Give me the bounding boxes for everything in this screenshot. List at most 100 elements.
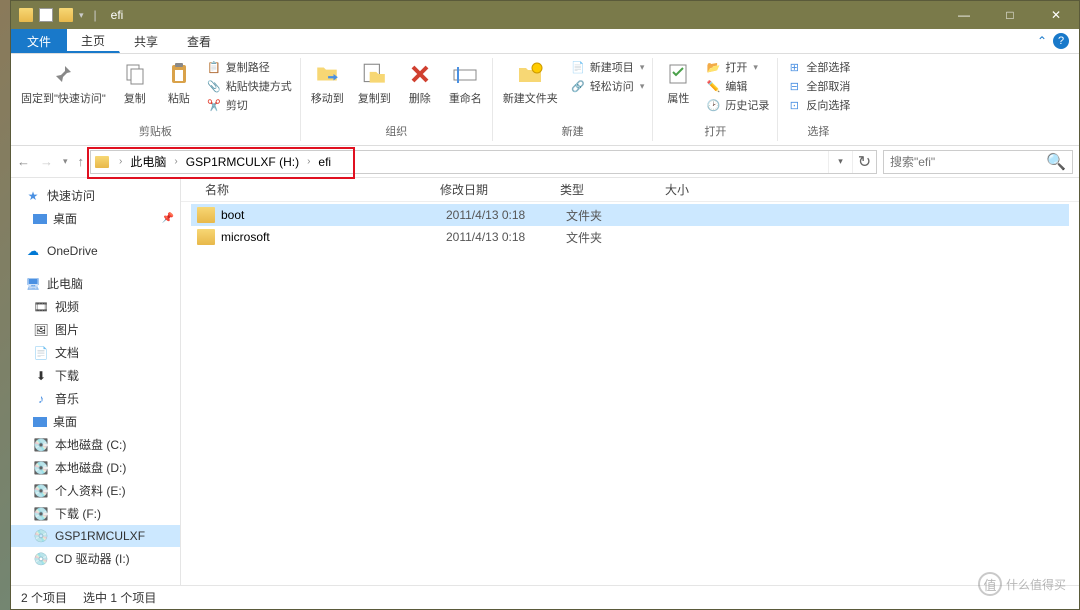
file-name: boot bbox=[221, 208, 446, 222]
sidebar-desktop2[interactable]: 桌面 bbox=[11, 410, 180, 433]
desktop-icon bbox=[33, 417, 47, 427]
sidebar-quick-access[interactable]: ★快速访问 bbox=[11, 184, 180, 207]
search-input[interactable] bbox=[890, 155, 1046, 169]
minimize-button[interactable]: — bbox=[941, 1, 987, 29]
ribbon-group-organize: 移动到 复制到 删除 重命名 组织 bbox=[301, 58, 493, 141]
chevron-right-icon[interactable]: › bbox=[115, 156, 126, 167]
pin-quick-access-button[interactable]: 固定到"快速访问" bbox=[15, 58, 112, 108]
breadcrumb-item[interactable]: efi bbox=[314, 151, 335, 173]
select-all-button[interactable]: ⊞全部选择 bbox=[782, 58, 854, 76]
recent-dropdown[interactable]: ▾ bbox=[63, 156, 68, 167]
sidebar-videos[interactable]: 🎞视频 bbox=[11, 295, 180, 318]
move-to-button[interactable]: 移动到 bbox=[305, 58, 350, 108]
ribbon-group-open: 属性 📂打开▾ ✏️编辑 🕑历史记录 打开 bbox=[653, 58, 778, 141]
sidebar-disk-f[interactable]: 💽下载 (F:) bbox=[11, 502, 180, 525]
paste-shortcut-button[interactable]: 📎粘贴快捷方式 bbox=[202, 77, 296, 95]
drive-icon: 💽 bbox=[33, 506, 49, 522]
address-dropdown[interactable]: ▾ bbox=[828, 151, 852, 173]
select-all-icon: ⊞ bbox=[786, 59, 802, 75]
cd-icon: 💿 bbox=[33, 551, 49, 567]
new-folder-button[interactable]: 新建文件夹 bbox=[497, 58, 564, 108]
maximize-button[interactable]: □ bbox=[987, 1, 1033, 29]
qat-dropdown-icon[interactable]: ▾ bbox=[79, 10, 84, 21]
copy-icon bbox=[121, 60, 149, 88]
paste-button[interactable]: 粘贴 bbox=[158, 58, 200, 108]
sidebar-onedrive[interactable]: ☁OneDrive bbox=[11, 240, 180, 262]
move-icon bbox=[313, 60, 341, 88]
file-row[interactable]: boot 2011/4/13 0:18 文件夹 bbox=[191, 204, 1069, 226]
window-controls: — □ ✕ bbox=[941, 1, 1079, 29]
column-size[interactable]: 大小 bbox=[657, 181, 737, 198]
search-icon[interactable]: 🔍 bbox=[1046, 152, 1066, 172]
ribbon-collapse[interactable]: ⌃ ? bbox=[1027, 29, 1079, 53]
status-item-count: 2 个项目 bbox=[21, 589, 67, 606]
easy-access-icon: 🔗 bbox=[570, 78, 586, 94]
sidebar-disk-d[interactable]: 💽本地磁盘 (D:) bbox=[11, 456, 180, 479]
rename-button[interactable]: 重命名 bbox=[443, 58, 488, 108]
column-type[interactable]: 类型 bbox=[552, 181, 657, 198]
sidebar-documents[interactable]: 📄文档 bbox=[11, 341, 180, 364]
forward-button[interactable]: → bbox=[40, 154, 53, 169]
sidebar-drive-h[interactable]: 💿GSP1RMCULXF bbox=[11, 525, 180, 547]
copy-path-button[interactable]: 📋复制路径 bbox=[202, 58, 296, 76]
cd-icon: 💿 bbox=[33, 528, 49, 544]
folder-icon bbox=[95, 156, 109, 168]
copy-button[interactable]: 复制 bbox=[114, 58, 156, 108]
copy-to-button[interactable]: 复制到 bbox=[352, 58, 397, 108]
cut-button[interactable]: ✂️剪切 bbox=[202, 96, 296, 114]
onedrive-icon: ☁ bbox=[25, 243, 41, 259]
help-icon[interactable]: ? bbox=[1053, 33, 1069, 49]
folder-icon bbox=[197, 229, 215, 245]
easy-access-button[interactable]: 🔗轻松访问▾ bbox=[566, 77, 649, 95]
address-bar[interactable]: › 此电脑 › GSP1RMCULXF (H:) › efi ▾ ↻ bbox=[90, 150, 877, 174]
tab-share[interactable]: 共享 bbox=[120, 29, 173, 53]
sidebar-desktop[interactable]: 桌面📌 bbox=[11, 207, 180, 230]
history-button[interactable]: 🕑历史记录 bbox=[701, 96, 773, 114]
delete-button[interactable]: 删除 bbox=[399, 58, 441, 108]
file-row[interactable]: microsoft 2011/4/13 0:18 文件夹 bbox=[191, 226, 1069, 248]
edit-button[interactable]: ✏️编辑 bbox=[701, 77, 773, 95]
tab-file[interactable]: 文件 bbox=[11, 29, 67, 53]
file-type: 文件夹 bbox=[566, 229, 671, 246]
tab-home[interactable]: 主页 bbox=[67, 29, 120, 53]
search-box[interactable]: 🔍 bbox=[883, 150, 1073, 174]
explorer-window: ▾ | efi — □ ✕ 文件 主页 共享 查看 ⌃ ? 固定到"快速访问" bbox=[10, 0, 1080, 610]
tab-view[interactable]: 查看 bbox=[173, 29, 226, 53]
sidebar-pictures[interactable]: 🖼图片 bbox=[11, 318, 180, 341]
pin-icon bbox=[49, 60, 77, 88]
chevron-right-icon[interactable]: › bbox=[170, 156, 181, 167]
watermark-text: 什么值得买 bbox=[1006, 576, 1066, 593]
sidebar-disk-e[interactable]: 💽个人资料 (E:) bbox=[11, 479, 180, 502]
column-date[interactable]: 修改日期 bbox=[432, 181, 552, 198]
select-none-button[interactable]: ⊟全部取消 bbox=[782, 77, 854, 95]
properties-button[interactable]: 属性 bbox=[657, 58, 699, 108]
file-list[interactable]: boot 2011/4/13 0:18 文件夹 microsoft 2011/4… bbox=[181, 202, 1079, 585]
downloads-icon: ⬇ bbox=[33, 368, 49, 384]
chevron-right-icon[interactable]: › bbox=[303, 156, 314, 167]
breadcrumb-root[interactable] bbox=[91, 151, 115, 173]
sidebar-disk-c[interactable]: 💽本地磁盘 (C:) bbox=[11, 433, 180, 456]
open-icon: 📂 bbox=[705, 59, 721, 75]
sidebar-this-pc[interactable]: 🖥此电脑 bbox=[11, 272, 180, 295]
up-button[interactable]: ↑ bbox=[78, 154, 85, 169]
refresh-button[interactable]: ↻ bbox=[852, 151, 876, 173]
column-name[interactable]: 名称 bbox=[197, 181, 432, 198]
drive-icon: 💽 bbox=[33, 437, 49, 453]
invert-selection-button[interactable]: ⊡反向选择 bbox=[782, 96, 854, 114]
breadcrumb-item[interactable]: 此电脑 bbox=[126, 151, 170, 173]
column-headers: 名称 修改日期 类型 大小 bbox=[181, 178, 1079, 202]
sidebar-cd-drive[interactable]: 💿CD 驱动器 (I:) bbox=[11, 547, 180, 570]
breadcrumb-item[interactable]: GSP1RMCULXF (H:) bbox=[182, 151, 303, 173]
back-button[interactable]: ← bbox=[17, 154, 30, 169]
ribbon-tabs: 文件 主页 共享 查看 ⌃ ? bbox=[11, 29, 1079, 54]
open-button[interactable]: 📂打开▾ bbox=[701, 58, 773, 76]
qat-item[interactable] bbox=[39, 8, 53, 22]
file-type: 文件夹 bbox=[566, 207, 671, 224]
history-icon: 🕑 bbox=[705, 97, 721, 113]
video-icon: 🎞 bbox=[33, 299, 49, 315]
sidebar-music[interactable]: ♪音乐 bbox=[11, 387, 180, 410]
close-button[interactable]: ✕ bbox=[1033, 1, 1079, 29]
new-item-button[interactable]: 📄新建项目▾ bbox=[566, 58, 649, 76]
path-icon: 📋 bbox=[206, 59, 222, 75]
sidebar-downloads[interactable]: ⬇下载 bbox=[11, 364, 180, 387]
